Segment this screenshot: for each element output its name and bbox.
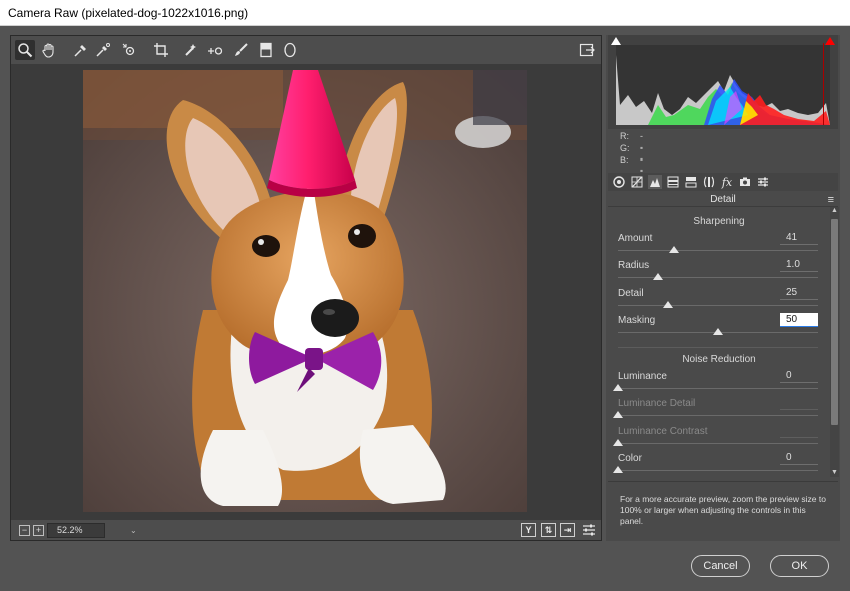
zoom-in-button[interactable]: + xyxy=(33,525,44,536)
detail-label: Detail xyxy=(618,288,644,299)
luminance-detail-slider-track xyxy=(618,415,818,416)
open-preferences-icon[interactable] xyxy=(577,40,597,60)
b-readout: B:--- xyxy=(620,155,643,187)
scrollbar-thumb[interactable] xyxy=(831,219,838,425)
luminance-contrast-slider-thumb xyxy=(613,439,623,446)
panel-menu-icon[interactable]: ≡ xyxy=(828,193,834,207)
luminance-detail-value xyxy=(780,396,818,410)
luminance-contrast-label: Luminance Contrast xyxy=(618,426,708,437)
luminance-value[interactable]: 0 xyxy=(780,369,818,383)
panel-title-text: Detail xyxy=(710,194,736,205)
radius-slider-thumb[interactable] xyxy=(653,273,663,280)
hand-icon[interactable] xyxy=(39,40,59,60)
rgb-readout: R:--- G:--- B:--- xyxy=(608,131,838,187)
masking-label: Masking xyxy=(618,315,656,326)
red-eye-icon[interactable] xyxy=(205,40,225,60)
g-label: G: xyxy=(620,143,630,153)
before-after-toggle-button[interactable]: Y xyxy=(521,523,536,537)
lens-corrections-icon[interactable] xyxy=(702,175,716,189)
preview-status-bar: − + 52.2% ⌄ Y ⇅ ⇥ xyxy=(11,520,601,540)
dog-photo-preview xyxy=(83,70,527,512)
radius-value[interactable]: 1.0 xyxy=(780,258,818,272)
tone-curve-icon[interactable] xyxy=(630,175,644,189)
detail-slider-thumb[interactable] xyxy=(663,301,673,308)
window-title: Camera Raw (pixelated-dog-1022x1016.png) xyxy=(0,0,850,26)
camera-calibration-icon[interactable] xyxy=(738,175,752,189)
chevron-up-icon[interactable]: ▲ xyxy=(830,207,839,215)
zoom-icon[interactable] xyxy=(15,40,35,60)
color-label: Color xyxy=(618,453,642,464)
highlight-clipping-warning-icon[interactable] xyxy=(824,36,836,46)
crop-icon[interactable] xyxy=(151,40,171,60)
preview-panel: − + 52.2% ⌄ Y ⇅ ⇥ xyxy=(10,35,602,541)
preview-preferences-icon[interactable] xyxy=(579,520,599,540)
radius-label: Radius xyxy=(618,260,650,271)
effects-icon[interactable]: fx xyxy=(720,175,734,189)
section-divider xyxy=(618,347,818,348)
spot-removal-icon[interactable] xyxy=(181,40,201,60)
chevron-down-icon[interactable]: ▼ xyxy=(830,469,839,477)
shadow-clipping-warning-icon[interactable] xyxy=(610,36,622,46)
presets-icon[interactable] xyxy=(756,175,770,189)
tool-bar xyxy=(11,36,601,64)
detail-value[interactable]: 25 xyxy=(780,286,818,300)
amount-slider-track[interactable] xyxy=(618,250,818,251)
detail-controls: Sharpening Amount 41 Radius 1.0 Detail 2… xyxy=(608,209,830,477)
basic-icon[interactable] xyxy=(612,175,626,189)
preview-hint-text: For a more accurate preview, zoom the pr… xyxy=(608,481,838,541)
detail-icon[interactable] xyxy=(648,175,662,189)
luminance-slider-track[interactable] xyxy=(618,388,818,389)
targeted-adjustment-icon[interactable] xyxy=(119,40,139,60)
zoom-level-value: 52.2% xyxy=(57,525,83,535)
graduated-filter-icon[interactable] xyxy=(256,40,276,60)
luminance-label: Luminance xyxy=(618,371,667,382)
white-balance-icon[interactable] xyxy=(71,40,91,60)
g-readout: G: --- xyxy=(620,143,643,175)
luminance-contrast-slider-track xyxy=(618,443,818,444)
sharpening-section-title: Sharpening xyxy=(693,216,745,227)
panel-tab-bar: fx xyxy=(608,173,838,191)
zoom-out-button[interactable]: − xyxy=(19,525,30,536)
masking-value[interactable]: 50 xyxy=(780,313,818,327)
r-label: R: xyxy=(620,131,629,141)
amount-label: Amount xyxy=(618,233,653,244)
amount-value[interactable]: 41 xyxy=(780,231,818,245)
split-toning-icon[interactable] xyxy=(684,175,698,189)
histogram xyxy=(608,35,838,129)
color-slider-thumb[interactable] xyxy=(613,466,623,473)
color-slider-track[interactable] xyxy=(618,470,818,471)
panel-title: Detail ≡ xyxy=(608,193,838,207)
amount-slider-thumb[interactable] xyxy=(669,246,679,253)
adjustment-brush-icon[interactable] xyxy=(231,40,251,60)
zoom-level-select[interactable]: 52.2% ⌄ xyxy=(47,523,137,538)
radial-filter-icon[interactable] xyxy=(280,40,300,60)
ok-button[interactable]: OK xyxy=(770,555,829,577)
hsl-icon[interactable] xyxy=(666,175,680,189)
color-value[interactable]: 0 xyxy=(780,451,818,465)
b-label: B: xyxy=(620,155,629,165)
radius-slider-track[interactable] xyxy=(618,277,818,278)
image-preview-area[interactable] xyxy=(11,64,601,520)
copy-settings-button[interactable]: ⇥ xyxy=(560,523,575,537)
detail-slider-track[interactable] xyxy=(618,305,818,306)
color-sampler-icon[interactable] xyxy=(93,40,113,60)
luminance-detail-label: Luminance Detail xyxy=(618,398,696,409)
panel-scrollbar[interactable]: ▲ ▼ xyxy=(830,207,839,477)
masking-slider-thumb[interactable] xyxy=(713,328,723,335)
r-readout: R: --- xyxy=(620,131,643,163)
cancel-button[interactable]: Cancel xyxy=(691,555,750,577)
luminance-contrast-value xyxy=(780,424,818,438)
chevron-down-icon: ⌄ xyxy=(130,526,137,535)
adjustments-panel: R:--- G:--- B:--- fx Detail ≡ Sharpening… xyxy=(606,35,840,541)
luminance-slider-thumb[interactable] xyxy=(613,384,623,391)
luminance-detail-slider-thumb xyxy=(613,411,623,418)
noise-reduction-section-title: Noise Reduction xyxy=(682,354,756,365)
swap-settings-button[interactable]: ⇅ xyxy=(541,523,556,537)
